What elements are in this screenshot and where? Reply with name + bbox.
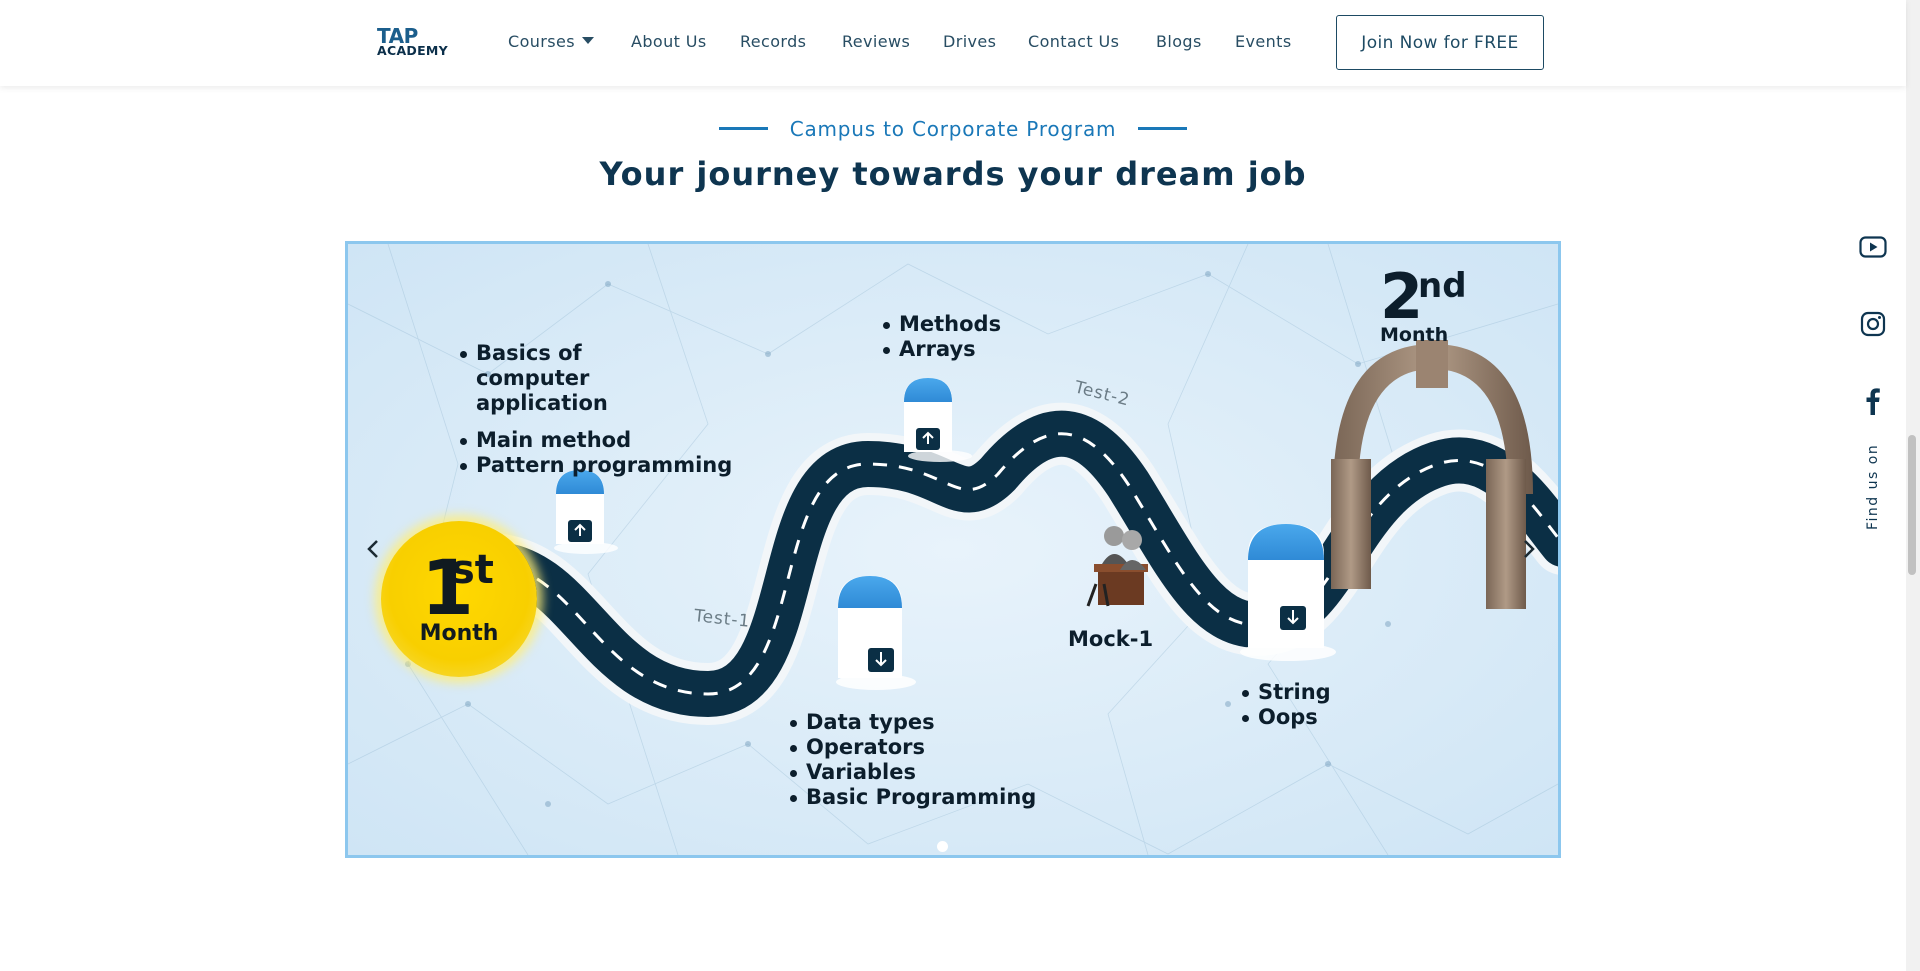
nav-events[interactable]: Events — [1235, 32, 1292, 51]
journey-carousel: Basics of computer application Main meth… — [345, 241, 1561, 858]
join-now-button[interactable]: Join Now for FREE — [1336, 15, 1544, 70]
topic-item: Basics of computer application — [460, 341, 700, 416]
month1-suffix: st — [451, 547, 494, 593]
mock-label: Mock-1 — [1068, 627, 1154, 651]
topics-string-oops: String Oops — [1242, 680, 1331, 730]
topic-item: String — [1242, 680, 1331, 705]
carousel-next-button[interactable] — [1514, 534, 1544, 564]
month1-badge: 1 st Month — [381, 521, 537, 677]
nav-blogs[interactable]: Blogs — [1156, 32, 1202, 51]
checkpoint-4 — [1240, 524, 1336, 661]
youtube-icon[interactable] — [1858, 232, 1888, 262]
topics-month1-part1: Basics of computer application Main meth… — [460, 341, 732, 478]
tap-academy-logo[interactable]: TAP ACADEMY — [377, 24, 461, 60]
month1-label: Month — [419, 621, 499, 646]
section-title: Your journey towards your dream job — [599, 155, 1307, 193]
carousel-prev-button[interactable] — [358, 534, 388, 564]
nav-records[interactable]: Records — [740, 32, 806, 51]
topics-methods-arrays: Methods Arrays — [883, 312, 1001, 362]
topics-data-types: Data types Operators Variables Basic Pro… — [790, 710, 1036, 810]
nav-courses[interactable]: Courses — [508, 32, 594, 51]
chevron-left-icon — [367, 540, 378, 558]
topic-item: Variables — [790, 760, 1036, 785]
eyebrow-line-right — [1138, 127, 1188, 130]
month2-suffix: nd — [1418, 266, 1467, 306]
topic-item: Pattern programming — [460, 453, 732, 478]
topic-item: Operators — [790, 735, 1036, 760]
facebook-icon[interactable] — [1858, 386, 1888, 416]
month2-number: 2 — [1380, 260, 1423, 333]
section-eyebrow: Campus to Corporate Program — [0, 117, 1906, 141]
topic-item: Oops — [1242, 705, 1331, 730]
nav-courses-label: Courses — [508, 32, 575, 51]
scrollbar-thumb[interactable] — [1908, 435, 1916, 575]
topic-item: Main method — [460, 428, 732, 453]
eyebrow-line-left — [718, 127, 768, 130]
month2-badge: 2 nd Month — [1380, 260, 1490, 348]
topic-item: Methods — [883, 312, 1001, 337]
chevron-right-icon — [1524, 540, 1535, 558]
month2-label: Month — [1380, 324, 1449, 346]
carousel-dot[interactable] — [937, 841, 948, 852]
topic-item: Basic Programming — [790, 785, 1036, 810]
nav-about-us[interactable]: About Us — [631, 32, 707, 51]
caret-down-icon — [582, 37, 594, 44]
find-us-label: Find us on — [1865, 443, 1881, 530]
eyebrow-text: Campus to Corporate Program — [789, 117, 1117, 141]
instagram-icon[interactable] — [1858, 309, 1888, 339]
nav-reviews[interactable]: Reviews — [842, 32, 910, 51]
topic-item: Data types — [790, 710, 1036, 735]
topic-item: Arrays — [883, 337, 1001, 362]
site-header: TAP ACADEMY Courses About Us Records Rev… — [0, 0, 1906, 86]
nav-drives[interactable]: Drives — [943, 32, 996, 51]
logo-text-bottom: ACADEMY — [377, 43, 449, 58]
nav-contact-us[interactable]: Contact Us — [1028, 32, 1119, 51]
